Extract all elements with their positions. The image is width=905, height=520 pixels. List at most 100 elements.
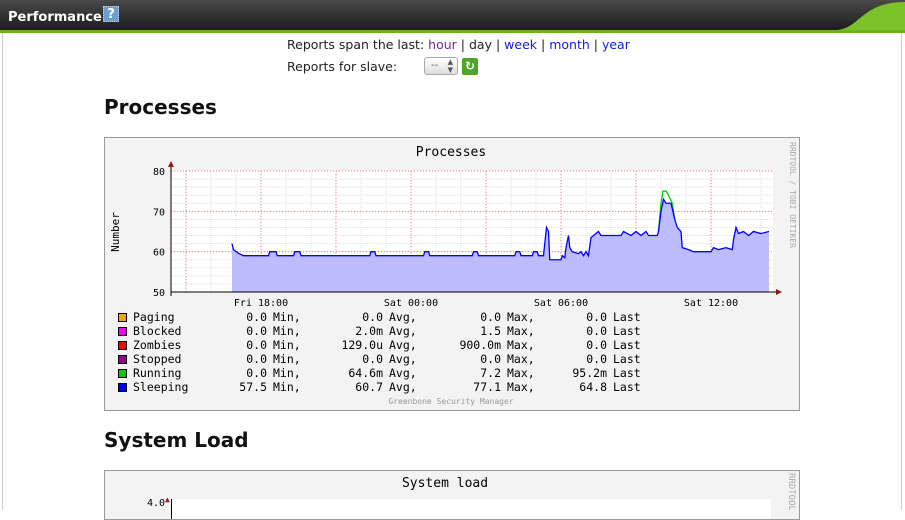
legend-lmax: Max, bbox=[507, 310, 535, 324]
legend-lavg: Avg, bbox=[389, 380, 417, 394]
spinner-arrows-icon: ▲ ▼ bbox=[447, 58, 453, 74]
legend-lmax: Max, bbox=[507, 352, 535, 366]
legend-max: 900.0m bbox=[459, 338, 501, 352]
legend-max: 77.1 bbox=[473, 380, 501, 394]
legend-row: Stopped 0.0 Min, 0.0 Avg, 0.0 Max, 0.0 Last bbox=[118, 352, 659, 366]
legend-min: 0.0 bbox=[246, 366, 267, 380]
legend-lmin: Min, bbox=[273, 324, 301, 338]
rrdtool-watermark: RRDTOOL bbox=[786, 473, 796, 511]
legend-min: 0.0 bbox=[246, 310, 267, 324]
span-month-link[interactable]: month bbox=[549, 37, 590, 52]
legend-lmax: Max, bbox=[507, 380, 535, 394]
legend-name: Running bbox=[133, 366, 182, 380]
legend-llast: Last bbox=[613, 380, 641, 394]
chart-title: Processes bbox=[416, 145, 486, 160]
legend-row: Running 0.0 Min, 64.6m Avg, 7.2 Max, 95.2m Last bbox=[118, 366, 659, 380]
x-tick-label: Sat 12:00 bbox=[684, 298, 738, 309]
legend-lmax: Max, bbox=[507, 324, 535, 338]
legend-avg: 0.0 bbox=[362, 310, 383, 324]
legend-name: Sleeping bbox=[133, 380, 189, 394]
legend-max: 1.5 bbox=[480, 324, 501, 338]
legend-lmax: Max, bbox=[507, 338, 535, 352]
separator: | bbox=[460, 37, 465, 52]
span-year-link[interactable]: year bbox=[602, 37, 630, 52]
legend-max: 0.0 bbox=[480, 352, 501, 366]
separator: | bbox=[495, 37, 501, 52]
help-icon[interactable]: ? bbox=[103, 6, 119, 22]
legend-llast: Last bbox=[613, 310, 641, 324]
legend-max: 0.0 bbox=[480, 310, 501, 324]
section-heading-system-load: System Load bbox=[104, 428, 249, 452]
legend-name: Paging bbox=[133, 310, 175, 324]
legend-min: 0.0 bbox=[246, 338, 267, 352]
header-swoosh-decoration bbox=[835, 2, 905, 30]
chart-title: System load bbox=[401, 476, 489, 491]
legend-swatch bbox=[118, 355, 127, 364]
x-tick-label: Sat 00:00 bbox=[384, 298, 438, 309]
legend-lmin: Min, bbox=[273, 310, 301, 324]
legend-max: 7.2 bbox=[480, 366, 501, 380]
legend-swatch bbox=[118, 369, 127, 378]
x-axis-arrow-icon bbox=[776, 289, 782, 295]
y-tick-label: 70 bbox=[153, 207, 165, 218]
slave-select[interactable]: -- ▲ ▼ bbox=[424, 57, 458, 75]
separator: | bbox=[541, 37, 546, 52]
y-tick-label: 80 bbox=[153, 167, 165, 178]
rrdtool-watermark: RRDTOOL / TOBI OETIKER bbox=[788, 142, 797, 248]
legend-llast: Last bbox=[613, 324, 641, 338]
span-day-current: day bbox=[468, 37, 492, 52]
report-span-row: Reports span the last: hour | day | week… bbox=[287, 37, 630, 52]
y-axis-arrow-icon bbox=[168, 161, 174, 167]
legend-lmin: Min, bbox=[273, 338, 301, 352]
span-week-link[interactable]: week bbox=[504, 37, 537, 52]
legend-lavg: Avg, bbox=[389, 310, 417, 324]
legend-row: Blocked 0.0 Min, 2.0m Avg, 1.5 Max, 0.0 Last bbox=[118, 324, 659, 338]
legend-avg: 129.0u bbox=[341, 338, 383, 352]
legend-last: 0.0 bbox=[586, 352, 607, 366]
y-axis-arrow-icon: ▲ bbox=[165, 495, 170, 504]
slave-select-value: -- bbox=[431, 60, 439, 71]
section-heading-processes: Processes bbox=[104, 95, 217, 119]
legend-last: 0.0 bbox=[586, 338, 607, 352]
legend-swatch bbox=[118, 341, 127, 350]
legend-swatch bbox=[118, 313, 127, 322]
legend-last: 64.8 bbox=[579, 380, 607, 394]
legend-avg: 64.6m bbox=[348, 366, 383, 380]
slave-label: Reports for slave: bbox=[287, 59, 398, 74]
legend-min: 0.0 bbox=[246, 324, 267, 338]
processes-chart: 50 60 70 80 Fri 18:00 Sat 00:00 Sat 06:00 Sat 1… bbox=[104, 137, 800, 411]
span-label: Reports span the last: bbox=[287, 37, 425, 52]
x-tick-label: Sat 06:00 bbox=[534, 298, 588, 309]
page-title: Performance bbox=[8, 10, 102, 25]
y-axis-label: Number bbox=[109, 212, 122, 252]
legend-name: Blocked bbox=[133, 324, 182, 338]
legend-lmax: Max, bbox=[507, 366, 535, 380]
legend-avg: 60.7 bbox=[355, 380, 383, 394]
legend-lavg: Avg, bbox=[389, 352, 417, 366]
y-tick-label: 4.0 bbox=[147, 498, 166, 509]
legend-avg: 2.0m bbox=[355, 324, 383, 338]
x-tick-label: Fri 18:00 bbox=[234, 298, 288, 309]
y-tick-label: 50 bbox=[153, 288, 165, 299]
legend-lmin: Min, bbox=[273, 380, 301, 394]
legend-min: 57.5 bbox=[239, 380, 267, 394]
legend-swatch bbox=[118, 327, 127, 336]
legend-lavg: Avg, bbox=[389, 324, 417, 338]
legend-last: 0.0 bbox=[586, 324, 607, 338]
legend-min: 0.0 bbox=[246, 352, 267, 366]
legend-lmin: Min, bbox=[273, 366, 301, 380]
refresh-icon[interactable]: ↻ bbox=[462, 58, 478, 75]
plot-area bbox=[171, 499, 771, 519]
separator: | bbox=[593, 37, 598, 52]
legend-last: 0.0 bbox=[586, 310, 607, 324]
legend-row: Paging 0.0 Min, 0.0 Avg, 0.0 Max, 0.0 Last bbox=[118, 310, 659, 324]
span-hour-link[interactable]: hour bbox=[428, 37, 457, 52]
legend-swatch bbox=[118, 383, 127, 392]
legend-avg: 0.0 bbox=[362, 352, 383, 366]
system-load-chart: System load 4.0 ▲ RRDTOOL bbox=[104, 470, 800, 520]
legend-lmin: Min, bbox=[273, 352, 301, 366]
y-tick-label: 60 bbox=[153, 248, 165, 259]
legend-name: Stopped bbox=[133, 352, 182, 366]
chart-footer: Greenbone Security Manager bbox=[388, 397, 513, 406]
legend-lavg: Avg, bbox=[389, 366, 417, 380]
